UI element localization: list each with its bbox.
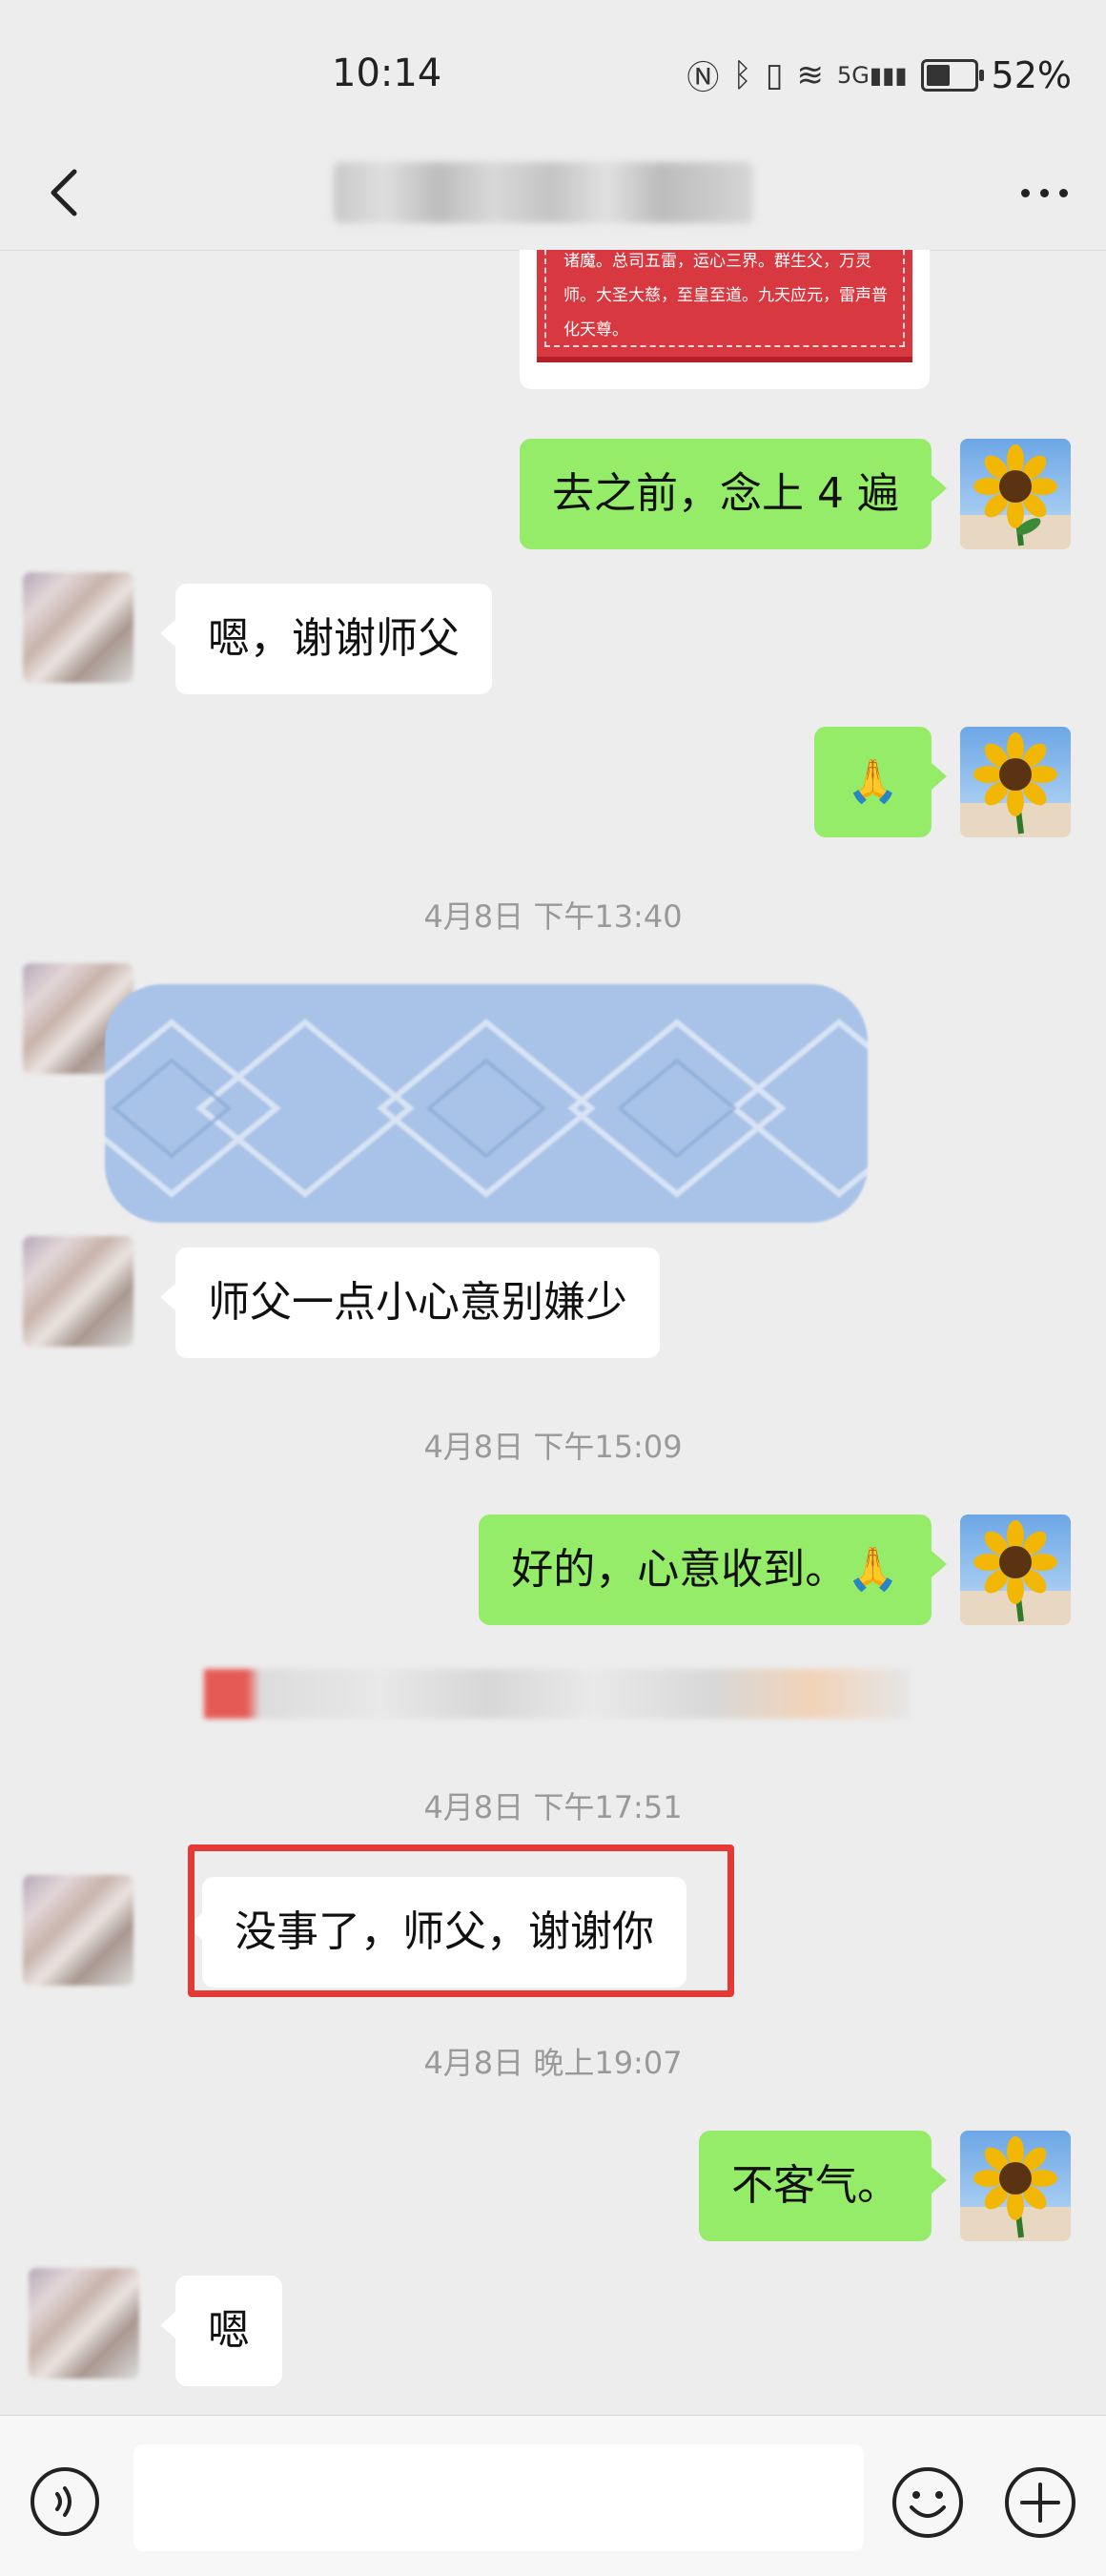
status-bar: 10:14 Ⓝ ᛒ ▯ ≋ 5G▮▮▮ 52% (0, 0, 1106, 143)
message-outgoing[interactable]: 去之前，念上 4 遍 (520, 439, 947, 549)
emoji-icon[interactable] (891, 2465, 965, 2540)
message-incoming[interactable]: 嗯，谢谢师父 (160, 584, 492, 694)
chat-header (0, 143, 1106, 251)
sunflower-icon (960, 2136, 1071, 2241)
message-incoming[interactable]: 师父一点小心意别嫌少 (160, 1247, 660, 1358)
signal-label: 5G (837, 61, 870, 89)
timestamp: 4月8日 下午15:09 (423, 1429, 683, 1465)
avatar-contact[interactable] (23, 1236, 133, 1347)
status-time: 10:14 (332, 52, 442, 95)
avatar-self[interactable] (960, 1515, 1071, 1625)
nfc-icon: Ⓝ (686, 59, 720, 97)
image-card-text: 诸魔。总司五雷，运心三界。群生父，万灵师。大圣大慈，至皇至道。九天应元，雷声普化… (544, 250, 905, 347)
highlight-annotation-box (188, 1844, 734, 1997)
plus-icon[interactable] (1003, 2465, 1077, 2540)
more-dots-icon[interactable] (1021, 189, 1068, 197)
vibrate-icon: ▯ (765, 55, 784, 94)
timestamp: 4月8日 晚上19:07 (423, 2045, 683, 2081)
image-red-banner: 诸魔。总司五雷，运心三界。群生父，万灵师。大圣大慈，至皇至道。九天应元，雷声普化… (537, 250, 912, 362)
chevron-left-icon[interactable] (38, 164, 95, 221)
sunflower-icon (960, 1520, 1071, 1625)
image-message-card[interactable]: 诸魔。总司五雷，运心三界。群生父，万灵师。大圣大慈，至皇至道。九天应元，雷声普化… (520, 250, 930, 389)
timestamp: 4月8日 下午17:51 (423, 1789, 683, 1825)
battery-icon (920, 58, 984, 92)
avatar-contact[interactable] (23, 572, 133, 683)
voice-icon[interactable] (29, 2465, 101, 2538)
sunflower-icon (960, 444, 1071, 549)
timestamp: 4月8日 下午13:40 (423, 898, 683, 935)
message-input[interactable] (133, 2444, 864, 2551)
status-icons: Ⓝ ᛒ ▯ ≋ 5G▮▮▮ 52% (686, 52, 1072, 98)
signal-icon: 5G▮▮▮ (837, 61, 908, 89)
avatar-contact[interactable] (29, 2268, 139, 2379)
chat-title-blurred (334, 162, 753, 223)
avatar-self[interactable] (960, 727, 1071, 837)
avatar-self[interactable] (960, 439, 1071, 549)
message-outgoing-emoji[interactable]: 🙏 (814, 727, 947, 837)
message-incoming[interactable]: 嗯 (160, 2276, 282, 2386)
message-outgoing[interactable]: 不客气。 (699, 2131, 947, 2241)
message-list[interactable]: 诸魔。总司五雷，运心三界。群生父，万灵师。大圣大慈，至皇至道。九天应元，雷声普化… (0, 250, 1106, 2415)
redacted-image-message[interactable] (105, 984, 868, 1223)
wifi-icon: ≋ (796, 55, 825, 94)
input-bar (0, 2415, 1106, 2576)
sunflower-icon (960, 732, 1071, 837)
message-outgoing[interactable]: 好的，心意收到。🙏 (479, 1515, 947, 1625)
system-notice-blurred (204, 1669, 910, 1719)
avatar-self[interactable] (960, 2131, 1071, 2241)
avatar-contact[interactable] (23, 1875, 133, 1986)
bluetooth-icon: ᛒ (732, 55, 752, 94)
battery-percent: 52% (991, 53, 1072, 96)
